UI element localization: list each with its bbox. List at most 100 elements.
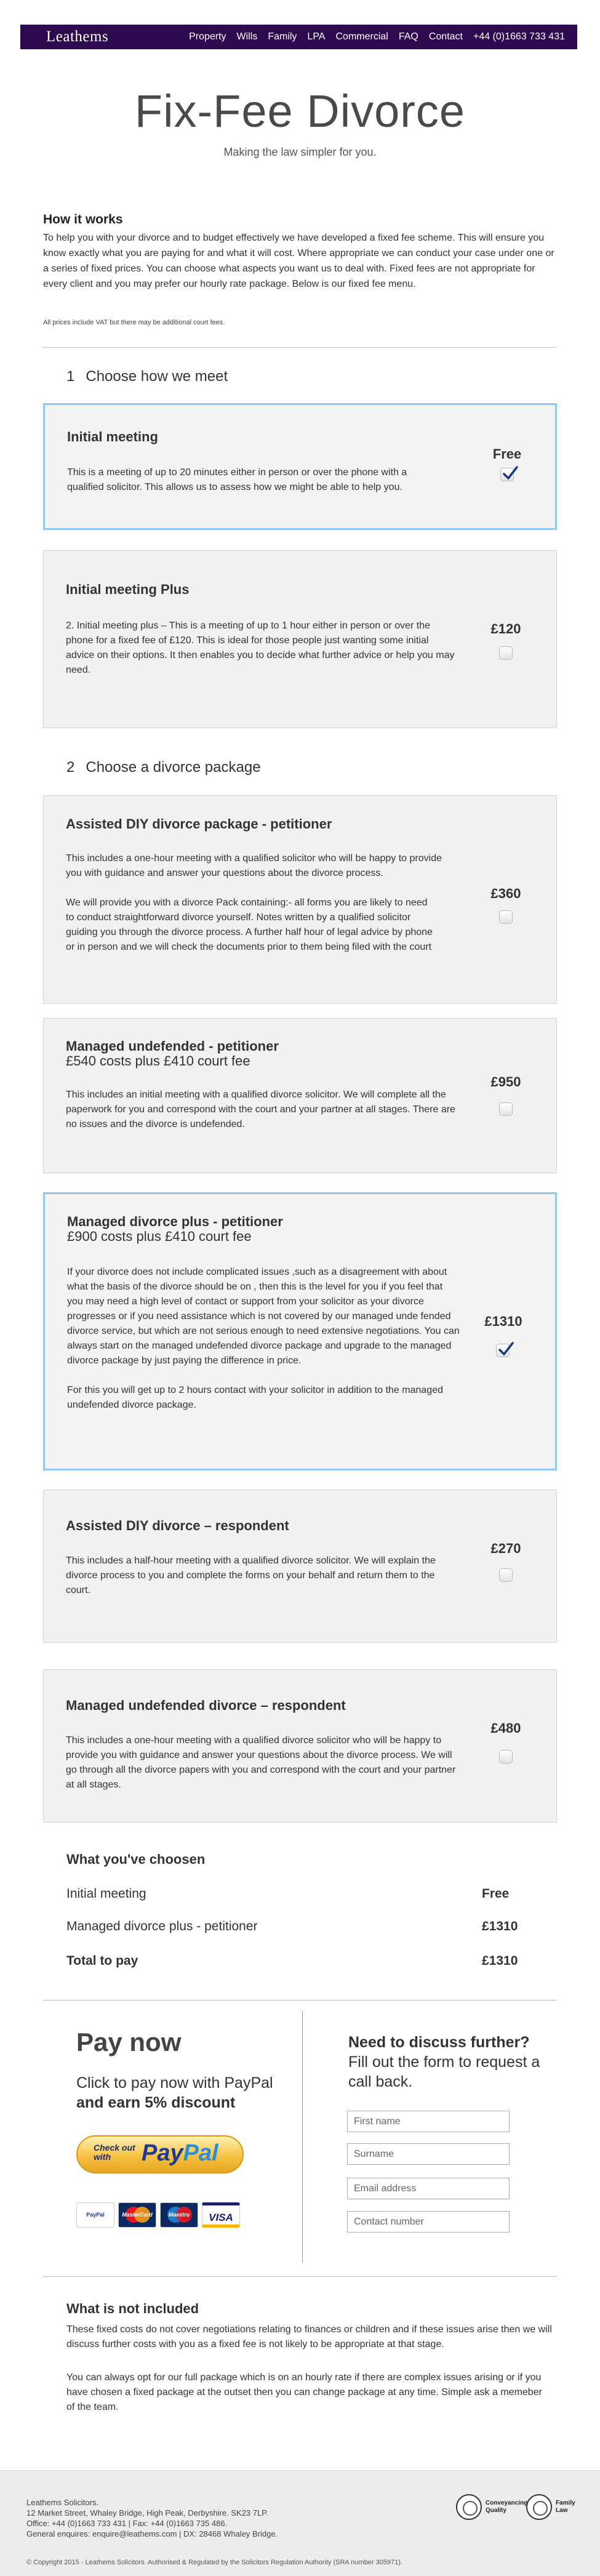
package-checkbox[interactable] (499, 910, 513, 924)
page-subtitle: Making the law simpler for you. (223, 146, 377, 158)
package-price: £950 (490, 1074, 521, 1089)
contact-number-field[interactable] (347, 2211, 510, 2233)
package-title: Managed undefended divorce – respondent (66, 1698, 346, 1713)
conveyancing-quality-badge: Conveyancing Quality (456, 2494, 529, 2520)
package-card-assisted-diy-respondent[interactable]: Assisted DIY divorce – respondent This i… (43, 1490, 557, 1643)
package-checkbox[interactable] (499, 1568, 513, 1582)
section-heading-package: 2 Choose a divorce package (66, 759, 261, 776)
accreditation-seal-icon (456, 2494, 482, 2520)
package-title: Assisted DIY divorce – respondent (66, 1518, 289, 1533)
paypal-checkout-button[interactable]: Check out with PayPal (76, 2135, 244, 2173)
package-description: This is a meeting of up to 20 minutes ei… (67, 467, 407, 492)
nav-item-property[interactable]: Property (189, 31, 226, 42)
nav-item-contact[interactable]: Contact (429, 31, 463, 42)
checkmark-icon (498, 1342, 514, 1355)
package-price: £120 (490, 621, 521, 636)
vertical-divider (302, 2010, 303, 2263)
package-checkbox[interactable] (500, 466, 518, 481)
summary-item-label: Initial meeting (66, 1887, 146, 1901)
top-navigation-bar: Leathems Property Wills Family LPA Comme… (20, 25, 577, 49)
accepted-cards: PayPal MasterCard Maestro VISA (76, 2202, 240, 2228)
package-checkbox[interactable] (499, 1750, 513, 1763)
section-title: Choose how we meet (86, 368, 228, 385)
site-logo[interactable]: Leathems (46, 28, 108, 46)
package-description: This includes an initial meeting with a … (66, 1089, 455, 1130)
package-title: Initial meeting Plus (66, 582, 190, 597)
visa-icon: VISA (202, 2202, 240, 2228)
total-value: £1310 (482, 1954, 518, 1968)
package-card-managed-undefended-respondent[interactable]: Managed undefended divorce – respondent … (43, 1669, 557, 1823)
summary-heading: What you've choosen (66, 1852, 206, 1867)
footer-address: Leathems Solicitors. 12 Market Street, W… (26, 2498, 278, 2538)
package-cost-breakdown: £540 costs plus £410 court fee (66, 1053, 250, 1069)
package-price: £360 (490, 886, 521, 901)
accreditation-seal-icon (526, 2494, 552, 2520)
nav-item-faq[interactable]: FAQ (399, 31, 418, 42)
package-title: Assisted DIY divorce package - petitione… (66, 816, 332, 832)
vat-note: All prices include VAT but there may be … (43, 319, 225, 326)
package-title: Managed undefended - petitioner (66, 1038, 279, 1054)
package-checkbox[interactable] (499, 646, 513, 660)
package-card-assisted-diy-petitioner[interactable]: Assisted DIY divorce package - petitione… (43, 795, 557, 1004)
divider (43, 2276, 557, 2277)
nav-item-wills[interactable]: Wills (237, 31, 258, 42)
email-field[interactable] (347, 2178, 510, 2199)
mastercard-icon: MasterCard (118, 2202, 156, 2228)
package-description: This includes a one-hour meeting with a … (66, 1735, 456, 1790)
page-title: Fix-Fee Divorce (134, 86, 466, 137)
package-checkbox[interactable] (499, 1102, 513, 1116)
package-price: Free (492, 446, 522, 462)
main-nav: Property Wills Family LPA Commercial FAQ… (178, 31, 565, 42)
not-included-text: You can always opt for our full package … (66, 2372, 542, 2412)
section-title: Choose a divorce package (86, 759, 261, 776)
maestro-icon: Maestro (160, 2202, 198, 2228)
package-description: This includes a half-hour meeting with a… (66, 1555, 436, 1595)
package-description: 2. Initial meeting plus – This is a meet… (66, 620, 455, 675)
package-price: £1310 (484, 1314, 522, 1329)
package-price: £480 (490, 1720, 521, 1736)
summary-item-value: £1310 (482, 1919, 518, 1933)
checkmark-icon (503, 466, 518, 479)
first-name-field[interactable] (347, 2111, 510, 2132)
nav-item-family[interactable]: Family (268, 31, 297, 42)
how-it-works-heading: How it works (43, 212, 123, 227)
package-description: This includes a one-hour meeting with a … (66, 853, 442, 952)
summary-row: Initial meeting Free (66, 1887, 534, 1901)
summary-row: Managed divorce plus - petitioner £1310 (66, 1919, 534, 1934)
footer: Leathems Solicitors. 12 Market Street, W… (0, 2470, 600, 2576)
package-cost-breakdown: £900 costs plus £410 court fee (67, 1229, 252, 1244)
paypal-logo: PayPal (142, 2140, 218, 2166)
not-included-heading: What is not included (66, 2301, 199, 2316)
callback-heading: Need to discuss further? (348, 2034, 530, 2051)
divider (43, 347, 557, 348)
package-card-managed-divorce-plus-petitioner[interactable]: Managed divorce plus - petitioner £900 c… (43, 1192, 557, 1471)
family-law-badge: Family Law (526, 2494, 580, 2520)
package-checkbox[interactable] (496, 1342, 514, 1357)
summary-item-label: Managed divorce plus - petitioner (66, 1919, 258, 1933)
copyright: © Copyright 2015 - Leathems Solicitors. … (26, 2559, 402, 2566)
callback-text: Fill out the form to request a call back… (348, 2053, 540, 2090)
summary-item-value: Free (482, 1887, 510, 1901)
package-title: Initial meeting (67, 429, 158, 444)
pay-now-text: Click to pay now with PayPal and earn 5%… (76, 2074, 273, 2111)
not-included-text: These fixed costs do not cover negotiati… (66, 2324, 552, 2349)
total-label: Total to pay (66, 1954, 138, 1968)
package-title: Managed divorce plus - petitioner (67, 1214, 283, 1229)
discount-text: and earn 5% discount (76, 2094, 236, 2111)
package-description: If your divorce does not include complic… (67, 1267, 460, 1410)
nav-phone-number[interactable]: +44 (0)1663 733 431 (473, 31, 565, 42)
checkout-with-label: Check out with (94, 2143, 135, 2162)
package-card-initial-meeting-plus[interactable]: Initial meeting Plus 2. Initial meeting … (43, 550, 557, 728)
nav-item-commercial[interactable]: Commercial (335, 31, 388, 42)
package-price: £270 (490, 1541, 521, 1556)
section-number: 2 (66, 759, 75, 776)
section-heading-meet: 1 Choose how we meet (66, 368, 228, 385)
package-card-managed-undefended-petitioner[interactable]: Managed undefended - petitioner £540 cos… (43, 1018, 557, 1173)
callback-intro: Need to discuss further? Fill out the fo… (348, 2032, 545, 2092)
summary-total-row: Total to pay £1310 (66, 1954, 534, 1968)
package-card-initial-meeting[interactable]: Initial meeting This is a meeting of up … (43, 403, 557, 530)
paypal-card-icon: PayPal (76, 2202, 114, 2228)
surname-field[interactable] (347, 2143, 510, 2165)
nav-item-lpa[interactable]: LPA (307, 31, 325, 42)
pay-now-heading: Pay now (76, 2028, 182, 2056)
